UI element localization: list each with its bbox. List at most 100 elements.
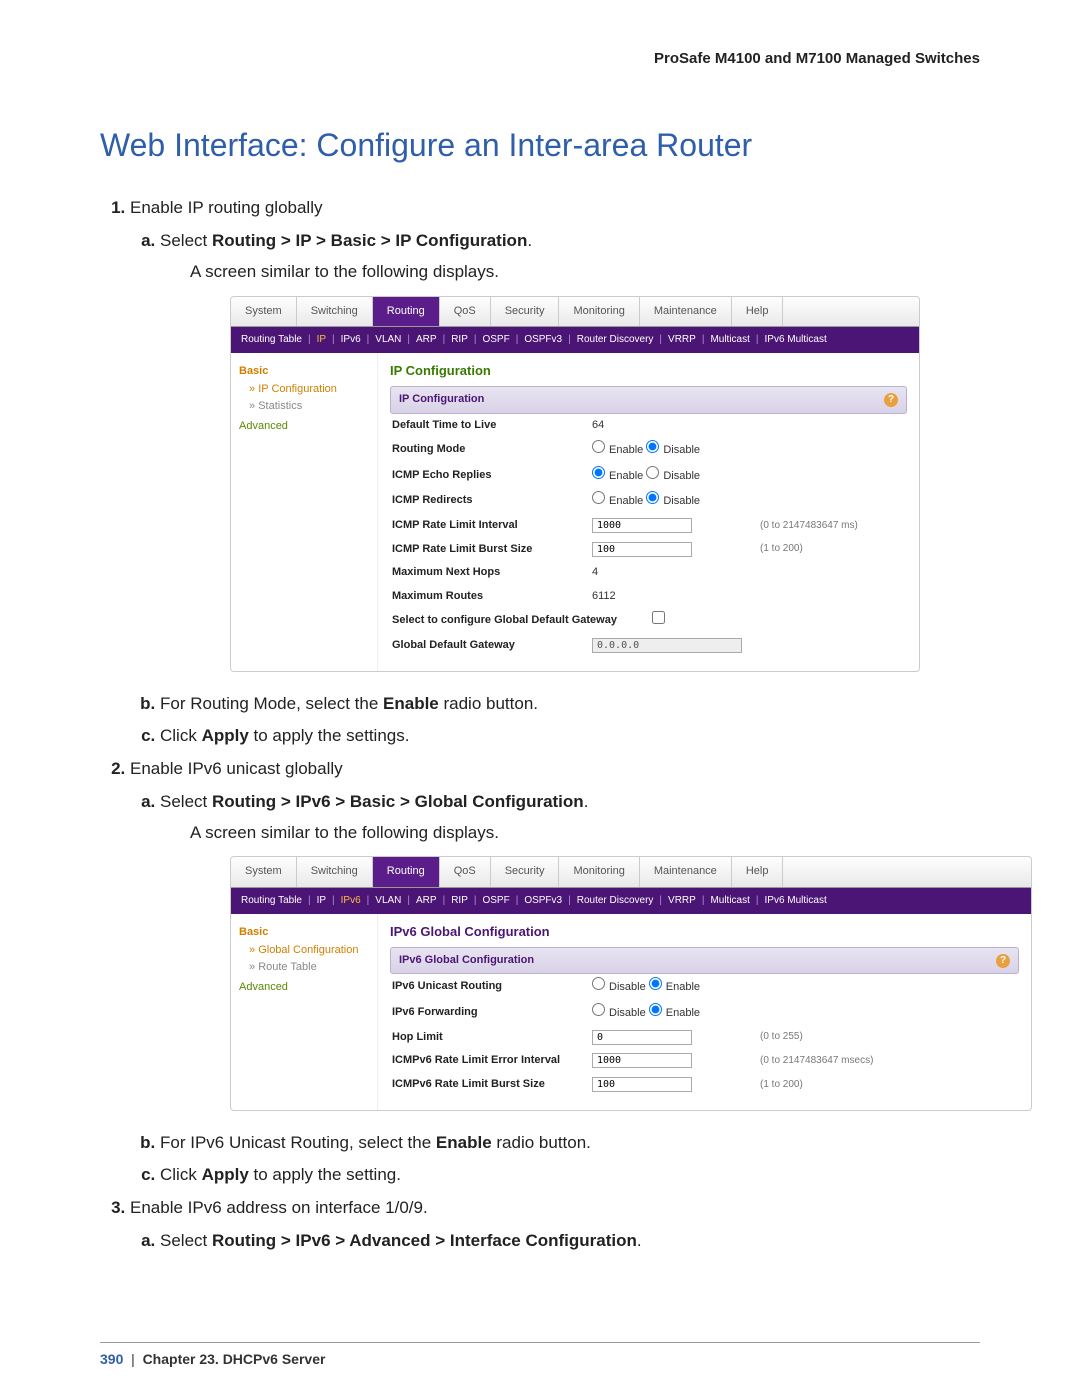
step-2b-post: radio button. (492, 1133, 591, 1152)
radio-ur-disable[interactable] (592, 977, 605, 990)
subnav-ipv6-multicast[interactable]: IPv6 Multicast (765, 332, 827, 348)
step-3: Enable IPv6 address on interface 1/0/9. … (130, 1194, 980, 1254)
sidebar2-global-config[interactable]: » Global Configuration (239, 942, 369, 960)
step-2a-post: . (584, 792, 589, 811)
step-2a-after: A screen similar to the following displa… (190, 819, 980, 846)
tab2-system[interactable]: System (231, 857, 297, 887)
input-rlb[interactable] (592, 542, 692, 557)
subnav2-routing-table[interactable]: Routing Table (241, 893, 302, 909)
sidebar-statistics[interactable]: » Statistics (239, 398, 369, 416)
subnav2-arp[interactable]: ARP (416, 893, 437, 909)
page-title: Web Interface: Configure an Inter-area R… (100, 127, 980, 164)
help-icon[interactable]: ? (884, 393, 898, 407)
radio-ur-enable[interactable] (649, 977, 662, 990)
lbl-rli: ICMP Rate Limit Interval (392, 517, 592, 535)
subnav-arp[interactable]: ARP (416, 332, 437, 348)
subnav2-vlan[interactable]: VLAN (375, 893, 401, 909)
radio-redir-disable[interactable] (646, 491, 659, 504)
tab-routing[interactable]: Routing (373, 297, 440, 327)
sidebar-advanced[interactable]: Advanced (239, 418, 369, 436)
val-mnh: 4 (592, 564, 752, 582)
lbl-fwd-e: Enable (666, 1007, 700, 1019)
subnav-rip[interactable]: RIP (451, 332, 468, 348)
subnav-ospfv3[interactable]: OSPFv3 (524, 332, 562, 348)
sidebar: Basic » IP Configuration » Statistics Ad… (231, 353, 378, 671)
hint-hop: (0 to 255) (760, 1029, 803, 1045)
top-tabs: System Switching Routing QoS Security Mo… (231, 297, 919, 328)
section-bar-2: IPv6 Global Configuration ? (390, 947, 1019, 975)
step-3-text: Enable IPv6 address on interface 1/0/9. (130, 1198, 428, 1217)
subnav-ip[interactable]: IP (317, 332, 326, 348)
help-icon-2[interactable]: ? (996, 954, 1010, 968)
tab2-security[interactable]: Security (491, 857, 560, 887)
subnav-vlan[interactable]: VLAN (375, 332, 401, 348)
tab2-monitoring[interactable]: Monitoring (559, 857, 639, 887)
tab-qos[interactable]: QoS (440, 297, 491, 327)
input-rli6[interactable] (592, 1053, 692, 1068)
step-2a: Select Routing > IPv6 > Basic > Global C… (160, 788, 980, 1111)
subnav2-rip[interactable]: RIP (451, 893, 468, 909)
footer-sep: | (131, 1351, 135, 1367)
radio-routing-enable[interactable] (592, 440, 605, 453)
hint-rlb6: (1 to 200) (760, 1077, 803, 1093)
tab2-help[interactable]: Help (732, 857, 784, 887)
step-2a-bold: Routing > IPv6 > Basic > Global Configur… (212, 792, 584, 811)
radio-redir-enable[interactable] (592, 491, 605, 504)
radio-echo-enable[interactable] (592, 466, 605, 479)
radio-echo-disable[interactable] (646, 466, 659, 479)
input-hop[interactable] (592, 1030, 692, 1045)
sidebar2-route-table[interactable]: » Route Table (239, 959, 369, 977)
input-rli[interactable] (592, 518, 692, 533)
subnav2-multicast[interactable]: Multicast (710, 893, 749, 909)
subnav-routing-table[interactable]: Routing Table (241, 332, 302, 348)
sidebar2-advanced[interactable]: Advanced (239, 979, 369, 997)
input-rlb6[interactable] (592, 1077, 692, 1092)
lbl-redirects: ICMP Redirects (392, 492, 592, 510)
radio-fwd-disable[interactable] (592, 1003, 605, 1016)
tab-system[interactable]: System (231, 297, 297, 327)
subnav2-ospf[interactable]: OSPF (482, 893, 509, 909)
hint-rli6: (0 to 2147483647 msecs) (760, 1053, 873, 1069)
radio-fwd-enable[interactable] (649, 1003, 662, 1016)
subnav2-vrrp[interactable]: VRRP (668, 893, 696, 909)
step-1a-after: A screen similar to the following displa… (190, 258, 980, 285)
tab-help[interactable]: Help (732, 297, 784, 327)
subnav2-router-discovery[interactable]: Router Discovery (577, 893, 654, 909)
subnav-multicast[interactable]: Multicast (710, 332, 749, 348)
content-title: IP Configuration (390, 361, 907, 382)
subnav2-ipv6[interactable]: IPv6 (341, 893, 361, 909)
tab2-routing[interactable]: Routing (373, 857, 440, 887)
subnav2-ospfv3[interactable]: OSPFv3 (524, 893, 562, 909)
subnav-vrrp[interactable]: VRRP (668, 332, 696, 348)
lbl-rli6: ICMPv6 Rate Limit Error Interval (392, 1052, 592, 1070)
subnav-router-discovery[interactable]: Router Discovery (577, 332, 654, 348)
subnav2-ip[interactable]: IP (317, 893, 326, 909)
sidebar-ip-configuration[interactable]: » IP Configuration (239, 381, 369, 399)
input-gdw (592, 638, 742, 653)
subnav2-ipv6-multicast[interactable]: IPv6 Multicast (765, 893, 827, 909)
tab-monitoring[interactable]: Monitoring (559, 297, 639, 327)
checkbox-sgw[interactable] (652, 611, 665, 624)
subnav-ospf[interactable]: OSPF (482, 332, 509, 348)
hint-rlb: (1 to 200) (760, 541, 803, 557)
step-1a-bold: Routing > IP > Basic > IP Configuration (212, 231, 527, 250)
subnav-ipv6[interactable]: IPv6 (341, 332, 361, 348)
screenshot-ip-config: System Switching Routing QoS Security Mo… (230, 296, 920, 673)
step-2b: For IPv6 Unicast Routing, select the Ena… (160, 1129, 980, 1156)
step-1-text: Enable IP routing globally (130, 198, 323, 217)
tab-switching[interactable]: Switching (297, 297, 373, 327)
radio-routing-disable[interactable] (646, 440, 659, 453)
tab2-maintenance[interactable]: Maintenance (640, 857, 732, 887)
sidebar-basic[interactable]: Basic (239, 363, 369, 381)
lbl-ur-d: Disable (609, 981, 646, 993)
lbl-routing-mode: Routing Mode (392, 441, 592, 459)
sidebar2-basic[interactable]: Basic (239, 924, 369, 942)
tab2-switching[interactable]: Switching (297, 857, 373, 887)
tab-security[interactable]: Security (491, 297, 560, 327)
step-2c-bold: Apply (202, 1165, 249, 1184)
tab2-qos[interactable]: QoS (440, 857, 491, 887)
lbl-fwd: IPv6 Forwarding (392, 1004, 592, 1022)
section-bar: IP Configuration ? (390, 386, 907, 414)
tab-maintenance[interactable]: Maintenance (640, 297, 732, 327)
step-1c: Click Apply to apply the settings. (160, 722, 980, 749)
